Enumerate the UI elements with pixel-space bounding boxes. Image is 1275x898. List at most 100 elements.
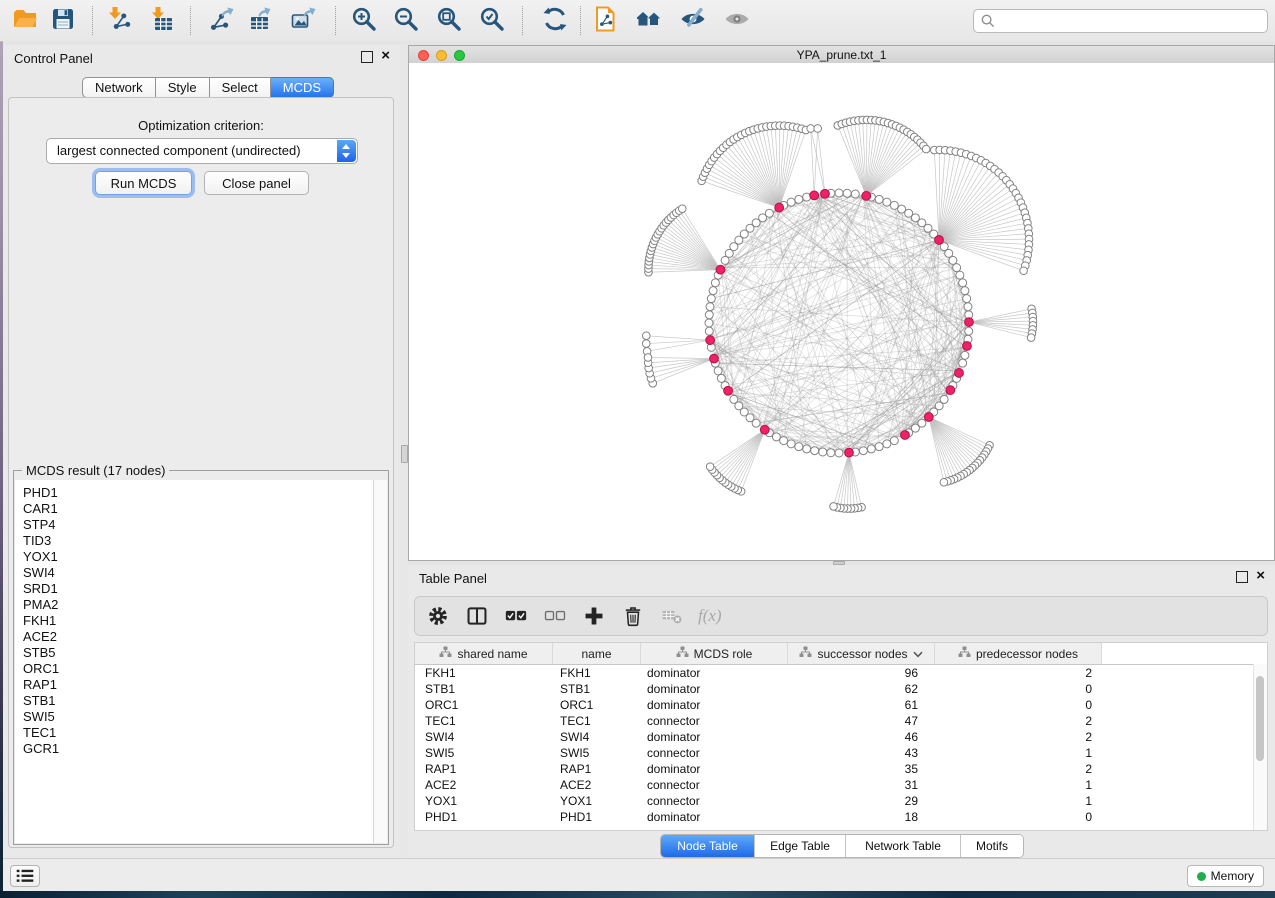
delete-rows-icon[interactable] bbox=[620, 603, 646, 629]
zoom-out-icon[interactable] bbox=[391, 5, 421, 35]
import-network-from-file-icon[interactable] bbox=[104, 5, 134, 35]
network-window-titlebar[interactable]: YPA_prune.txt_1 bbox=[409, 46, 1274, 64]
table-row[interactable]: ACE2ACE2connector311 bbox=[415, 777, 1267, 793]
table-tabs: Node TableEdge TableNetwork TableMotifs bbox=[660, 834, 1024, 858]
mcds-result-item[interactable]: STP4 bbox=[15, 517, 374, 533]
optimization-criterion-select[interactable]: largest connected component (undirected) bbox=[46, 138, 358, 164]
sort-chevron-icon bbox=[913, 647, 923, 661]
column-header-predecessor-nodes[interactable]: predecessor nodes bbox=[935, 643, 1102, 664]
mcds-result-item[interactable]: SWI5 bbox=[15, 709, 374, 725]
table-row[interactable]: YOX1YOX1connector291 bbox=[415, 793, 1267, 809]
table-row[interactable]: TEC1TEC1connector472 bbox=[415, 713, 1267, 729]
mcds-result-item[interactable]: SWI4 bbox=[15, 565, 374, 581]
mcds-result-item[interactable]: TID3 bbox=[15, 533, 374, 549]
column-header-successor-nodes[interactable]: successor nodes bbox=[788, 643, 935, 664]
export-table-icon[interactable] bbox=[243, 5, 273, 35]
cell-MCDS-role: connector bbox=[641, 713, 788, 729]
zoom-in-icon[interactable] bbox=[349, 5, 379, 35]
cell-name: SWI4 bbox=[553, 729, 641, 745]
control-panel-title: Control Panel bbox=[14, 51, 93, 66]
cell-name: FKH1 bbox=[553, 665, 641, 681]
mcds-result-item[interactable]: YOX1 bbox=[15, 549, 374, 565]
mcds-result-item[interactable]: TEC1 bbox=[15, 725, 374, 741]
table-row[interactable]: PHD1PHD1dominator180 bbox=[415, 809, 1267, 825]
network-view-window: YPA_prune.txt_1 bbox=[408, 45, 1275, 561]
import-table-from-file-icon[interactable] bbox=[147, 5, 177, 35]
vertical-splitter[interactable] bbox=[400, 45, 408, 858]
cell-shared-name: YOX1 bbox=[415, 793, 553, 809]
mcds-result-item[interactable]: PMA2 bbox=[15, 597, 374, 613]
cell-predecessor-nodes: 1 bbox=[935, 777, 1102, 793]
table-row[interactable]: ORC1ORC1dominator610 bbox=[415, 697, 1267, 713]
float-window-icon[interactable] bbox=[1236, 571, 1248, 583]
tab-select[interactable]: Select bbox=[210, 77, 271, 98]
task-history-button[interactable] bbox=[10, 865, 40, 887]
mcds-result-item[interactable]: FKH1 bbox=[15, 613, 374, 629]
mcds-result-item[interactable]: SRD1 bbox=[15, 581, 374, 597]
close-panel-icon[interactable]: × bbox=[381, 51, 390, 61]
mcds-result-item[interactable]: ACE2 bbox=[15, 629, 374, 645]
zoom-fit-icon[interactable] bbox=[434, 5, 464, 35]
column-label: predecessor nodes bbox=[976, 647, 1078, 661]
network-canvas[interactable] bbox=[409, 63, 1274, 560]
optimization-criterion-label: Optimization criterion: bbox=[9, 118, 393, 133]
table-row[interactable]: SWI4SWI4dominator462 bbox=[415, 729, 1267, 745]
column-header-shared-name[interactable]: shared name bbox=[415, 643, 553, 664]
mcds-result-item[interactable]: STB1 bbox=[15, 693, 374, 709]
toolbar-separator bbox=[580, 6, 581, 35]
tab-edge-table[interactable]: Edge Table bbox=[755, 835, 846, 857]
open-file-icon[interactable] bbox=[10, 5, 40, 35]
mcds-result-item[interactable]: STB5 bbox=[15, 645, 374, 661]
close-panel-icon[interactable]: × bbox=[1256, 571, 1265, 581]
cell-shared-name: ORC1 bbox=[415, 697, 553, 713]
tab-network[interactable]: Network bbox=[82, 77, 156, 98]
mcds-result-group: MCDS result (17 nodes) PHD1CAR1STP4TID3Y… bbox=[13, 470, 389, 845]
cell-name: YOX1 bbox=[553, 793, 641, 809]
refresh-icon[interactable] bbox=[540, 5, 570, 35]
function-builder-icon[interactable]: f(x) bbox=[698, 606, 722, 626]
search-icon bbox=[981, 14, 995, 28]
add-row-icon[interactable] bbox=[581, 603, 607, 629]
export-image-icon[interactable] bbox=[288, 5, 318, 35]
save-session-icon[interactable] bbox=[48, 5, 78, 35]
table-row[interactable]: FKH1FKH1dominator962 bbox=[415, 665, 1267, 681]
search-input[interactable] bbox=[1000, 11, 1264, 31]
export-network-icon[interactable] bbox=[206, 5, 236, 35]
mcds-result-item[interactable]: CAR1 bbox=[15, 501, 374, 517]
mcds-result-item[interactable]: RAP1 bbox=[15, 677, 374, 693]
clone-network-icon[interactable] bbox=[590, 5, 620, 35]
show-all-icon[interactable] bbox=[722, 5, 752, 35]
table-scrollbar[interactable] bbox=[1253, 664, 1267, 830]
table-row[interactable]: SWI5SWI5connector431 bbox=[415, 745, 1267, 761]
table-panel-title: Table Panel bbox=[419, 571, 487, 586]
column-header-name[interactable]: name bbox=[553, 643, 641, 664]
table-row[interactable]: STB1STB1dominator620 bbox=[415, 681, 1267, 697]
tab-mcds[interactable]: MCDS bbox=[271, 77, 334, 98]
run-mcds-button[interactable]: Run MCDS bbox=[95, 171, 192, 195]
float-window-icon[interactable] bbox=[361, 51, 373, 63]
memory-button[interactable]: Memory bbox=[1187, 865, 1264, 887]
close-panel-button[interactable]: Close panel bbox=[204, 171, 309, 195]
tab-network-table[interactable]: Network Table bbox=[846, 835, 961, 857]
mcds-result-scrollbar[interactable] bbox=[373, 480, 387, 843]
mcds-result-item[interactable]: PHD1 bbox=[15, 485, 374, 501]
column-header-MCDS-role[interactable]: MCDS role bbox=[641, 643, 788, 664]
tab-motifs[interactable]: Motifs bbox=[961, 835, 1023, 857]
cell-name: RAP1 bbox=[553, 761, 641, 777]
mcds-result-item[interactable]: GCR1 bbox=[15, 741, 374, 757]
zoom-selected-icon[interactable] bbox=[477, 5, 507, 35]
hide-selected-icon[interactable] bbox=[678, 5, 708, 35]
select-all-icon[interactable] bbox=[503, 603, 529, 629]
tab-node-table[interactable]: Node Table bbox=[661, 835, 755, 857]
show-columns-icon[interactable] bbox=[464, 603, 490, 629]
scrollbar-thumb[interactable] bbox=[1256, 676, 1264, 761]
table-row[interactable]: RAP1RAP1dominator352 bbox=[415, 761, 1267, 777]
first-neighbors-icon[interactable] bbox=[634, 5, 664, 35]
tab-style[interactable]: Style bbox=[156, 77, 210, 98]
cell-shared-name: SWI5 bbox=[415, 745, 553, 761]
deselect-all-icon[interactable] bbox=[542, 603, 568, 629]
mcds-result-item[interactable]: ORC1 bbox=[15, 661, 374, 677]
mcds-tab-content: Optimization criterion: largest connecte… bbox=[8, 97, 394, 848]
attributes-gear-icon[interactable] bbox=[425, 603, 451, 629]
splitter-grip[interactable] bbox=[401, 445, 408, 463]
